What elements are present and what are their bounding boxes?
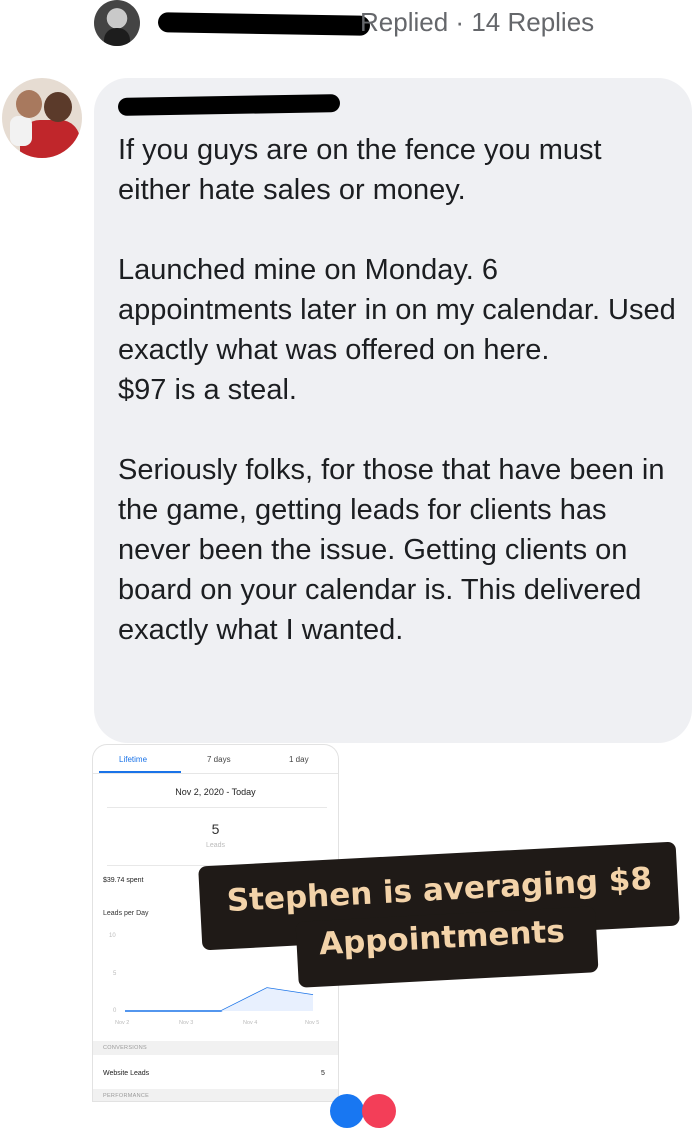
love-reaction-icon[interactable] (362, 1094, 396, 1128)
replied-label: Replied (360, 7, 449, 37)
replies-count-link[interactable]: 14 Replies (471, 7, 594, 37)
section-performance: PERFORMANCE (103, 1093, 150, 1099)
separator: · (455, 7, 465, 37)
comment-paragraph-3: $97 is a steal. (118, 374, 297, 406)
comment-paragraph-2: Launched mine on Monday. 6 appointments … (118, 254, 676, 366)
website-leads-value: 5 (321, 1070, 325, 1077)
reply-summary[interactable]: Replied · 14 Replies (360, 2, 594, 42)
replier-avatar[interactable] (94, 0, 140, 46)
caption-sticker: Stephen is averaging $8 Appointments (203, 854, 678, 988)
x-tick: Nov 3 (179, 1020, 194, 1026)
comment-text: If you guys are on the fence you must ei… (118, 130, 678, 650)
x-tick: Nov 2 (115, 1020, 130, 1026)
commenter-avatar[interactable] (2, 78, 82, 158)
redacted-commenter-name (117, 94, 341, 116)
comment-paragraph-1: If you guys are on the fence you must ei… (118, 134, 602, 206)
x-tick: Nov 4 (243, 1020, 258, 1026)
redacted-replier-name (157, 12, 371, 36)
x-tick: Nov 5 (305, 1020, 320, 1026)
section-conversions: CONVERSIONS (103, 1045, 147, 1051)
website-leads-label: Website Leads (103, 1070, 150, 1077)
like-reaction-icon[interactable] (330, 1094, 364, 1128)
comment-paragraph-4: Seriously folks, for those that have bee… (118, 454, 665, 646)
